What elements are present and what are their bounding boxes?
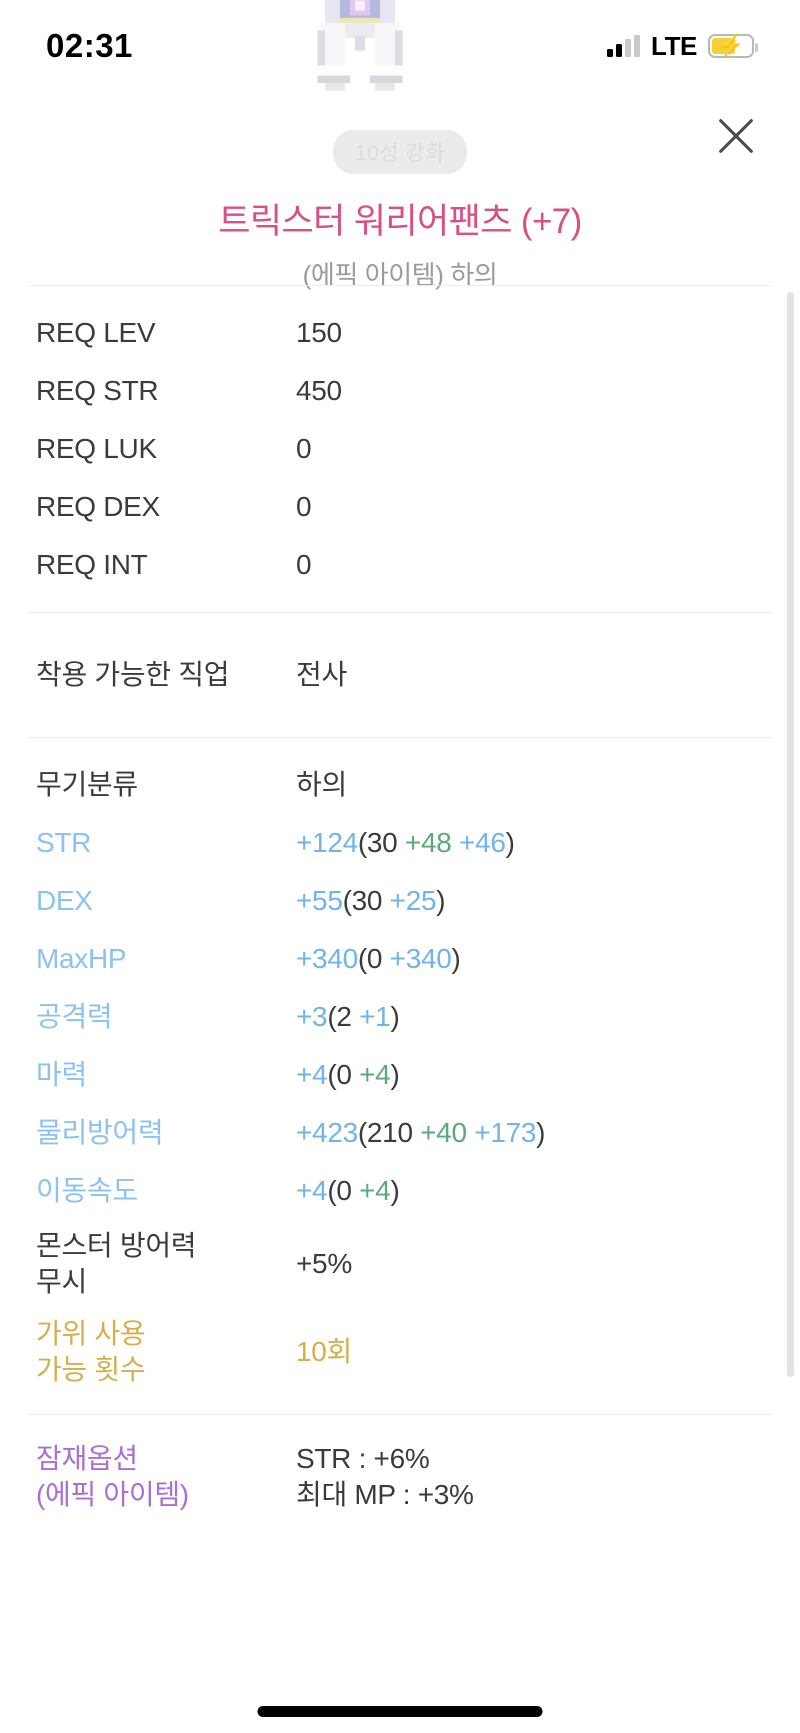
table-row: 공격력 +3(2 +1): [36, 988, 764, 1046]
requirements-group: REQ LEV 150 REQ STR 450 REQ LUK 0 REQ DE…: [0, 286, 800, 612]
table-row: 가위 사용 가능 횟수 10회: [36, 1308, 764, 1396]
job-group: 착용 가능한 직업 전사: [0, 613, 800, 737]
stat-attack-value: +3(2 +1): [296, 1001, 400, 1033]
table-row: 몬스터 방어력 무시 +5%: [36, 1220, 764, 1308]
stat-physical-defense-value: +423(210 +40 +173): [296, 1117, 546, 1149]
item-header: 10성 강화 트릭스터 워리어팬츠 (+7) (에픽 아이템) 하의: [0, 130, 800, 292]
req-luk-label: REQ LUK: [36, 433, 157, 465]
potential-group: 잠재옵션 (에픽 아이템) STR : +6% 최대 MP : +3%: [0, 1415, 800, 1521]
item-detail-list: REQ LEV 150 REQ STR 450 REQ LUK 0 REQ DE…: [0, 285, 800, 1521]
page-title: 트릭스터 워리어팬츠 (+7): [218, 202, 582, 241]
stat-str-label: STR: [36, 827, 92, 859]
home-indicator: [257, 1706, 543, 1717]
status-time: 02:31: [46, 27, 133, 64]
battery-charging-icon: ⚡: [708, 34, 758, 58]
item-sprite-pants: [285, 0, 435, 96]
req-str-label: REQ STR: [36, 375, 159, 407]
enhancement-badge: 10성 강화: [332, 130, 468, 174]
item-detail-screen: 02:31 LTE ⚡ 10성 강화 트릭스터 워리어팬츠 (+7) (에픽 아…: [0, 0, 800, 1733]
req-int-label: REQ INT: [36, 549, 148, 581]
table-row: 이동속도 +4(0 +4): [36, 1162, 764, 1220]
stat-move-speed-label: 이동속도: [36, 1175, 138, 1207]
stat-attack-label: 공격력: [36, 1001, 113, 1033]
stat-physical-defense-label: 물리방어력: [36, 1117, 164, 1149]
stat-maxhp-value: +340(0 +340): [296, 943, 461, 975]
job-label: 착용 가능한 직업: [36, 659, 230, 691]
scissors-count-label: 가위 사용 가능 횟수: [36, 1318, 146, 1385]
weapon-category-label: 무기분류: [36, 769, 138, 801]
req-str-value: 450: [296, 375, 342, 407]
status-indicators: LTE ⚡: [607, 30, 758, 62]
potential-option-label: 잠재옵션 (에픽 아이템): [36, 1443, 189, 1510]
table-row: REQ LEV 150: [36, 304, 764, 362]
req-int-value: 0: [296, 549, 312, 581]
job-value: 전사: [296, 659, 347, 691]
table-row: 마력 +4(0 +4): [36, 1046, 764, 1104]
table-row: 무기분류 하의: [36, 756, 764, 814]
table-row: REQ INT 0: [36, 536, 764, 594]
req-dex-value: 0: [296, 491, 312, 523]
table-row: 잠재옵션 (에픽 아이템) STR : +6% 최대 MP : +3%: [36, 1433, 764, 1521]
table-row: REQ STR 450: [36, 362, 764, 420]
stat-magic-value: +4(0 +4): [296, 1059, 400, 1091]
req-lev-value: 150: [296, 317, 342, 349]
table-row: REQ LUK 0: [36, 420, 764, 478]
table-row: REQ DEX 0: [36, 478, 764, 536]
stat-move-speed-value: +4(0 +4): [296, 1175, 400, 1207]
stat-magic-label: 마력: [36, 1059, 87, 1091]
scissors-count-value: 10회: [296, 1336, 353, 1368]
network-type-label: LTE: [651, 30, 697, 61]
req-dex-label: REQ DEX: [36, 491, 160, 523]
stat-dex-label: DEX: [36, 885, 93, 917]
monster-def-ignore-label: 몬스터 방어력 무시: [36, 1230, 197, 1297]
table-row: MaxHP +340(0 +340): [36, 930, 764, 988]
stat-dex-value: +55(30 +25): [296, 885, 446, 917]
table-row: STR +124(30 +48 +46): [36, 814, 764, 872]
table-row: DEX +55(30 +25): [36, 872, 764, 930]
signal-bars-icon: [607, 35, 641, 57]
monster-def-ignore-value: +5%: [296, 1248, 352, 1280]
stats-group: 무기분류 하의 STR +124(30 +48 +46) DEX +55(30 …: [0, 738, 800, 1414]
req-luk-value: 0: [296, 433, 312, 465]
table-row: 물리방어력 +423(210 +40 +173): [36, 1104, 764, 1162]
req-lev-label: REQ LEV: [36, 317, 156, 349]
table-row: 착용 가능한 직업 전사: [36, 631, 764, 719]
stat-maxhp-label: MaxHP: [36, 943, 127, 975]
potential-option-value: STR : +6% 최대 MP : +3%: [296, 1443, 474, 1510]
weapon-category-value: 하의: [296, 769, 347, 801]
stat-str-value: +124(30 +48 +46): [296, 827, 515, 859]
